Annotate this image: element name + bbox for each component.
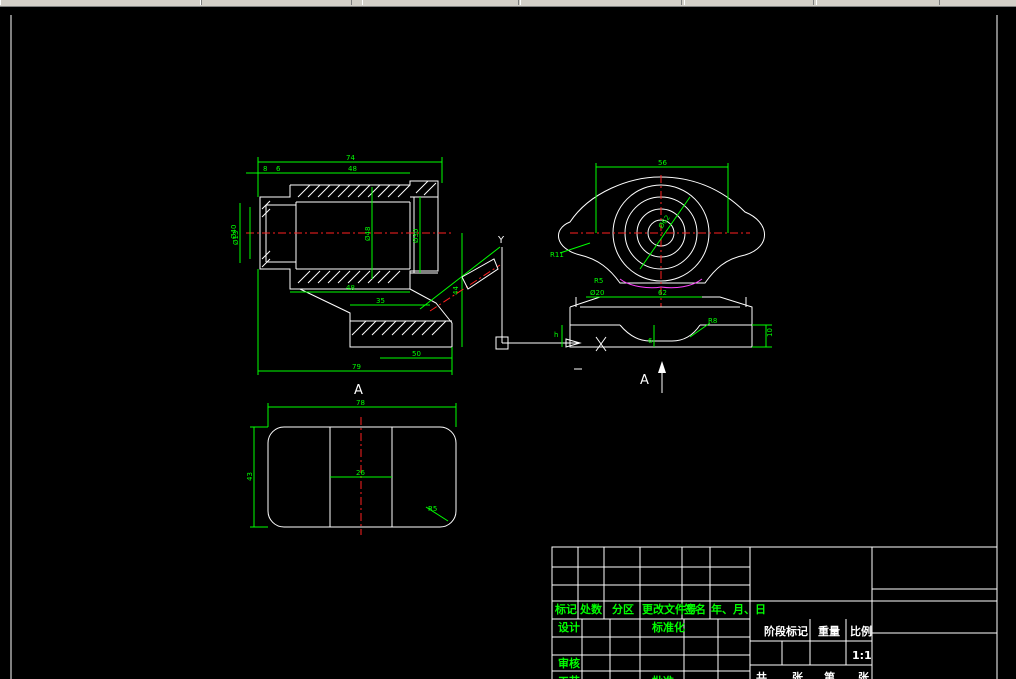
- dim-side-left: Ø20: [590, 289, 604, 297]
- tb-header-5: 年、月、日: [711, 602, 766, 616]
- tb-approve: 批准: [652, 674, 674, 679]
- tb-design: 设计: [558, 620, 580, 634]
- tb-scale-value: 1:1: [852, 649, 872, 662]
- dim-side-mid: 62: [658, 289, 667, 297]
- dim-front-h: 44: [452, 286, 460, 295]
- dim-front-top: 74: [346, 154, 355, 162]
- tb-header-1: 处数: [579, 602, 603, 616]
- svg-text:h: h: [554, 331, 558, 339]
- dim-front-inner: 48: [348, 165, 357, 173]
- dim-front-base: 50: [412, 350, 421, 358]
- drawing-canvas[interactable]: 74 48 8 6 79 50 48 35 Ø13 Ø40 Ø48 Ø30 44…: [0, 7, 1016, 679]
- dim-side-top: 56: [658, 159, 667, 167]
- tb-weight: 重量: [818, 624, 840, 638]
- tb-sheet-3: 张: [858, 670, 870, 679]
- toolbar-field[interactable]: [816, 0, 940, 5]
- tb-stage: 阶段标记: [764, 624, 808, 638]
- dim-front-dia3: Ø30: [412, 229, 420, 243]
- dim-front-small2: 6: [276, 165, 281, 173]
- dim-plan-mid: 26: [356, 469, 365, 477]
- dim-side-r: R11: [550, 251, 564, 259]
- toolbar-strip: [0, 0, 1016, 7]
- side-view: 56 Ø62 R11 Ø20 62 R5 10 R8 6 h A: [550, 159, 774, 393]
- dim-front-bottom: 79: [352, 363, 361, 371]
- plan-view: 78 43 26 R5: [246, 399, 457, 535]
- tb-header-4: 签名: [683, 602, 706, 616]
- dim-side-dia: Ø62: [657, 214, 672, 230]
- tb-sheet-0: 共: [756, 670, 767, 679]
- dim-front-dia2: Ø48: [364, 227, 372, 241]
- tb-header-0: 标记: [554, 602, 577, 616]
- side-view-label: A: [640, 373, 649, 388]
- tb-header-2: 分区: [612, 602, 634, 616]
- dim-side-r3: R8: [708, 317, 717, 325]
- dim-front-small1: 8: [263, 165, 267, 173]
- tb-standard: 标准化: [651, 620, 685, 634]
- dim-plan-width: 78: [356, 399, 365, 407]
- toolbar-field[interactable]: [0, 0, 202, 5]
- tb-scale-label: 比例: [850, 624, 872, 638]
- front-view-label: A: [354, 383, 363, 398]
- toolbar-field[interactable]: [362, 0, 519, 5]
- dim-front-dia4: Ø40: [230, 225, 238, 239]
- toolbar-field[interactable]: [520, 0, 682, 5]
- tb-sheet-1: 张: [792, 670, 804, 679]
- dim-plan-r: R5: [428, 505, 437, 513]
- front-view: 74 48 8 6 79 50 48 35 Ø13 Ø40 Ø48 Ø30 44…: [230, 154, 501, 398]
- tb-sheet-2: 第: [824, 670, 835, 679]
- toolbar-field[interactable]: [684, 0, 814, 5]
- dim-front-lower: 35: [376, 297, 385, 305]
- dim-plan-height: 43: [246, 472, 254, 481]
- dim-side-6: 6: [648, 337, 653, 345]
- dim-side-h: 10: [766, 328, 774, 337]
- title-block: 标记 处数 分区 更改文件号 签名 年、月、日 设计 标准化 审核 工艺 批准 …: [551, 546, 998, 679]
- toolbar-field[interactable]: [200, 0, 352, 5]
- tb-check: 审核: [558, 656, 580, 670]
- tb-process: 工艺: [558, 674, 580, 679]
- dim-side-r2: R5: [594, 277, 603, 285]
- dim-front-mid: 48: [346, 284, 355, 292]
- svg-text:Y: Y: [497, 235, 505, 246]
